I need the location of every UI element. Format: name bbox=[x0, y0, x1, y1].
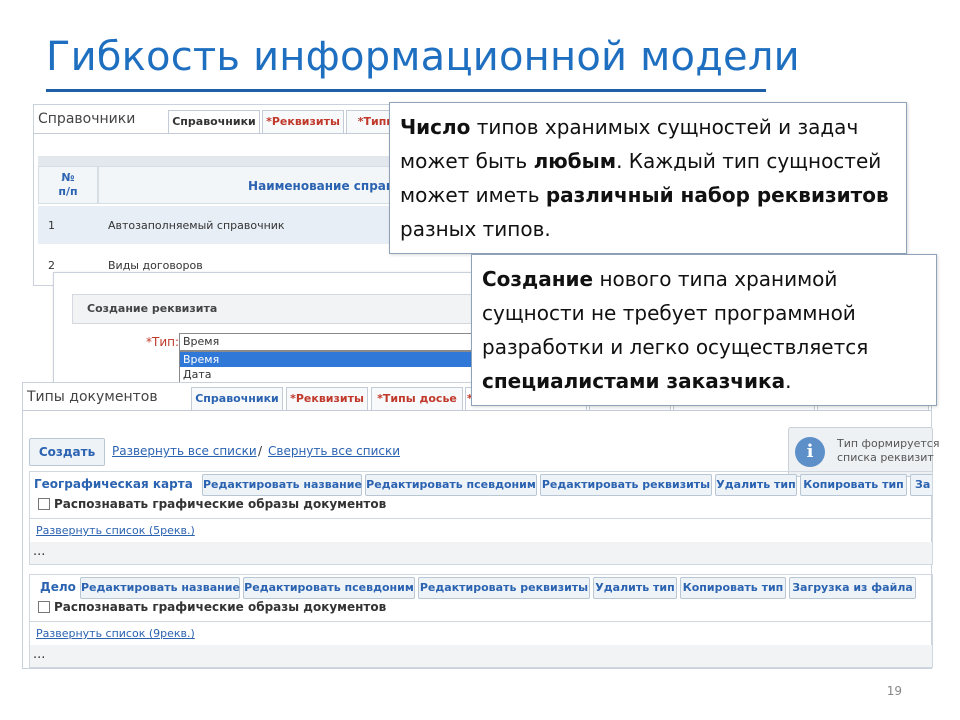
info-icon: i bbox=[795, 437, 825, 467]
copy-type-button[interactable]: Копировать тип bbox=[680, 577, 786, 599]
edit-alias-button[interactable]: Редактировать псевдоним bbox=[243, 577, 415, 599]
row-number: 1 bbox=[48, 219, 55, 232]
type-group-case: Дело Редактировать название Редактироват… bbox=[29, 574, 933, 668]
load-file-button[interactable]: Загрузка из файла bbox=[789, 577, 916, 599]
row-number: 2 bbox=[48, 259, 55, 272]
title-underline bbox=[46, 89, 766, 92]
copy-type-button[interactable]: Копировать тип bbox=[800, 474, 907, 496]
row-name: Автозаполняемый справочник bbox=[108, 219, 285, 232]
rename-button[interactable]: Редактировать название bbox=[80, 577, 240, 599]
expand-list-link[interactable]: Развернуть список (5рекв.) bbox=[36, 524, 195, 537]
dictionaries-panel-title: Справочники bbox=[38, 111, 136, 127]
list-footer: ... bbox=[30, 645, 932, 667]
recognize-label: Распознавать графические образы документ… bbox=[54, 600, 387, 614]
create-attribute-dialog: Создание реквизита *Тип: Время Время Дат… bbox=[53, 272, 535, 394]
callout1-text-3: разных типов. bbox=[400, 217, 551, 241]
collapse-all-link[interactable]: Свернуть все списки bbox=[268, 444, 400, 458]
document-types-title: Типы документов bbox=[27, 389, 158, 405]
page-number: 19 bbox=[886, 684, 902, 698]
type-option[interactable]: Дата bbox=[180, 367, 480, 382]
type-group-geomap: Географическая карта Редактировать назва… bbox=[29, 471, 933, 565]
edit-alias-button[interactable]: Редактировать псевдоним bbox=[365, 474, 537, 496]
type-option-label: Время bbox=[183, 353, 220, 366]
callout2-bold-1: Создание bbox=[482, 267, 594, 291]
callout1-bold-1: Число bbox=[400, 115, 471, 139]
edit-attributes-button[interactable]: Редактировать реквизиты bbox=[418, 577, 590, 599]
info-text-line1: Тип формируется bbox=[837, 437, 940, 450]
ellipsis: ... bbox=[33, 544, 46, 559]
delete-type-button[interactable]: Удалить тип bbox=[715, 474, 797, 496]
tab-attributes[interactable]: *Реквизиты bbox=[286, 387, 368, 410]
dialog-title: Создание реквизита bbox=[87, 302, 218, 315]
callout-new-type-text: Создание нового типа хранимой сущности н… bbox=[482, 262, 926, 398]
type-label: *Тип: bbox=[146, 335, 180, 349]
callout-entity-count-text: Число типов хранимых сущностей и задач м… bbox=[400, 110, 896, 246]
type-name: Дело bbox=[40, 580, 76, 594]
tab-dictionaries[interactable]: Справочники bbox=[191, 387, 283, 410]
callout2-bold-2: специалистами заказчика bbox=[482, 369, 786, 393]
create-button[interactable]: Создать bbox=[29, 438, 105, 466]
list-footer: ... bbox=[30, 542, 932, 564]
type-select[interactable]: Время bbox=[179, 333, 481, 351]
tab-dictionaries[interactable]: Справочники bbox=[168, 110, 260, 133]
type-name: Географическая карта bbox=[34, 477, 193, 491]
ellipsis: ... bbox=[33, 647, 46, 662]
callout1-bold-2: любым bbox=[533, 149, 617, 173]
edit-attributes-button[interactable]: Редактировать реквизиты bbox=[540, 474, 712, 496]
callout-new-type: Создание нового типа хранимой сущности н… bbox=[471, 254, 937, 406]
expand-list-link[interactable]: Развернуть список (9рекв.) bbox=[36, 627, 195, 640]
link-separator: / bbox=[258, 444, 263, 458]
tabs-divider bbox=[23, 410, 931, 411]
group-divider bbox=[30, 621, 932, 622]
expand-all-link[interactable]: Развернуть все списки bbox=[112, 444, 257, 458]
slide-title: Гибкость информационной модели bbox=[46, 34, 800, 80]
callout2-text-2: . bbox=[785, 369, 792, 393]
load-file-button[interactable]: За bbox=[910, 474, 932, 496]
type-option-list: Время Дата bbox=[179, 351, 481, 385]
recognize-label: Распознавать графические образы документ… bbox=[54, 497, 387, 511]
type-option-selected[interactable]: Время bbox=[180, 352, 480, 367]
row-name: Виды договоров bbox=[108, 259, 203, 272]
info-tooltip: i Тип формируется списка реквизит bbox=[788, 427, 939, 477]
type-option-label: Дата bbox=[183, 368, 212, 381]
rename-button[interactable]: Редактировать название bbox=[202, 474, 362, 496]
recognize-checkbox[interactable] bbox=[38, 601, 50, 613]
recognize-checkbox[interactable] bbox=[38, 498, 50, 510]
info-text-line2: списка реквизит bbox=[837, 451, 934, 464]
tab-dossier-types[interactable]: *Типы досье bbox=[371, 387, 463, 410]
callout-entity-count: Число типов хранимых сущностей и задач м… bbox=[389, 102, 907, 254]
table-header-num: № п/п bbox=[38, 166, 98, 204]
tab-attributes[interactable]: *Реквизиты bbox=[262, 110, 344, 133]
type-select-value: Время bbox=[183, 335, 220, 348]
dialog-header: Создание реквизита bbox=[72, 294, 524, 324]
group-divider bbox=[30, 518, 932, 519]
delete-type-button[interactable]: Удалить тип bbox=[593, 577, 677, 599]
callout1-bold-3: различный набор реквизитов bbox=[545, 183, 889, 207]
document-types-panel: Типы документов Справочники *Реквизиты *… bbox=[22, 382, 939, 669]
